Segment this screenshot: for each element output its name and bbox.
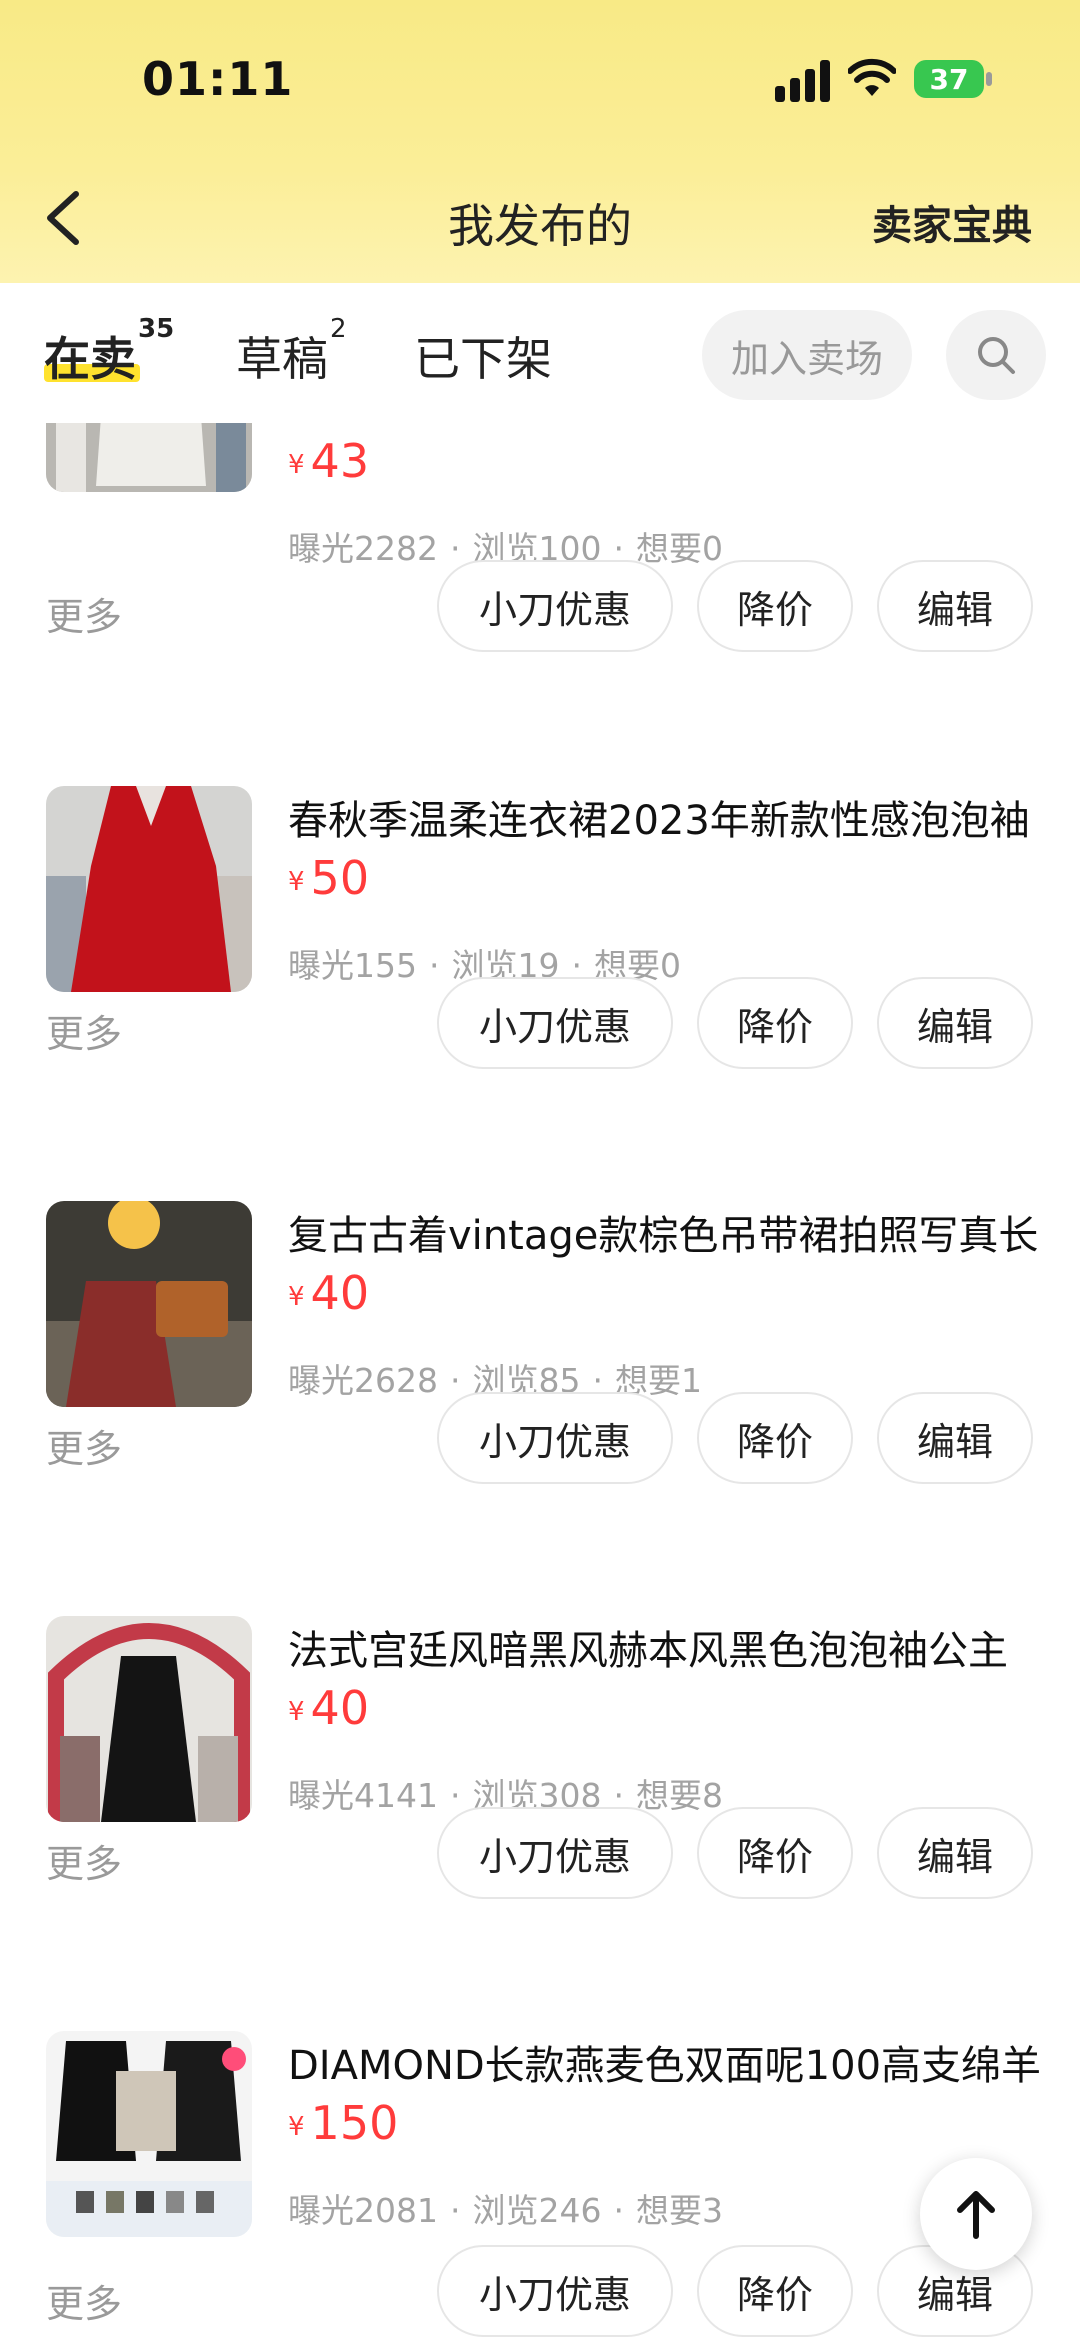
product-title: 法式宫廷风暗黑风赫本风黑色泡泡袖公主 [288, 1628, 1008, 1674]
knife-discount-button[interactable]: 小刀优惠 [437, 1807, 673, 1899]
list-item[interactable]: ¥43 曝光2282 · 浏览100 · 想要0 更多 小刀优惠 降价 编辑 [0, 423, 1080, 701]
product-price: ¥150 [288, 2096, 399, 2150]
list-item[interactable]: DIAMOND长款燕麦色双面呢100高支绵羊 ¥150 曝光2081 · 浏览246… [0, 2031, 1080, 2341]
tab-label: 草稿 [236, 332, 328, 386]
product-list: ¥43 曝光2282 · 浏览100 · 想要0 更多 小刀优惠 降价 编辑 春秋季温柔… [0, 423, 1080, 2341]
product-thumbnail[interactable] [46, 786, 252, 992]
search-icon [978, 337, 1015, 374]
product-thumbnail[interactable] [46, 423, 252, 492]
edit-button[interactable]: 编辑 [877, 1807, 1033, 1899]
knife-discount-button[interactable]: 小刀优惠 [437, 2245, 673, 2337]
reduce-price-button[interactable]: 降价 [697, 1392, 853, 1484]
list-item[interactable]: 春秋季温柔连衣裙2023年新款性感泡泡袖 ¥50 曝光155 · 浏览19 · 想要0 … [0, 786, 1080, 1201]
reduce-price-button[interactable]: 降价 [697, 977, 853, 1069]
reduce-price-button[interactable]: 降价 [697, 2245, 853, 2337]
knife-discount-button[interactable]: 小刀优惠 [437, 977, 673, 1069]
knife-discount-button[interactable]: 小刀优惠 [437, 1392, 673, 1484]
product-title: DIAMOND长款燕麦色双面呢100高支绵羊 [288, 2043, 1042, 2089]
tab-on-sale[interactable]: 在卖35 [44, 314, 174, 389]
product-stats: 曝光2081 · 浏览246 · 想要3 [288, 2191, 723, 2230]
list-item[interactable]: 法式宫廷风暗黑风赫本风黑色泡泡袖公主 ¥40 曝光4141 · 浏览308 · 想要8 … [0, 1616, 1080, 2031]
reduce-price-button[interactable]: 降价 [697, 560, 853, 652]
status-time: 01:11 [142, 52, 294, 106]
more-button[interactable]: 更多 [46, 2273, 122, 2328]
scroll-to-top-button[interactable] [920, 2158, 1032, 2270]
more-button[interactable]: 更多 [46, 586, 122, 641]
more-button[interactable]: 更多 [46, 1418, 122, 1473]
wifi-icon [848, 58, 896, 96]
product-title: 复古古着vintage款棕色吊带裙拍照写真长 [288, 1213, 1039, 1259]
tab-label: 在卖 [44, 332, 136, 386]
seller-guide-link[interactable]: 卖家宝典 [872, 193, 1032, 251]
tab-label: 已下架 [414, 332, 552, 386]
product-price: ¥50 [288, 851, 370, 905]
arrow-up-icon [957, 2191, 995, 2239]
signal-icon [775, 60, 830, 102]
edit-button[interactable]: 编辑 [877, 977, 1033, 1069]
battery-indicator: 37 [914, 60, 984, 98]
list-item[interactable]: 复古古着vintage款棕色吊带裙拍照写真长 ¥40 曝光2628 · 浏览85 · 想… [0, 1201, 1080, 1616]
product-title: 春秋季温柔连衣裙2023年新款性感泡泡袖 [288, 798, 1030, 844]
edit-button[interactable]: 编辑 [877, 560, 1033, 652]
tab-count: 35 [138, 313, 175, 344]
product-thumbnail[interactable] [46, 1616, 252, 1822]
product-price: ¥43 [288, 434, 370, 488]
product-price: ¥40 [288, 1266, 370, 1320]
more-button[interactable]: 更多 [46, 1833, 122, 1888]
product-thumbnail[interactable] [46, 2031, 252, 2237]
tab-count: 2 [330, 313, 347, 344]
knife-discount-button[interactable]: 小刀优惠 [437, 560, 673, 652]
tab-drafts[interactable]: 草稿2 [236, 314, 347, 389]
battery-tip [986, 72, 992, 86]
product-thumbnail[interactable] [46, 1201, 252, 1407]
more-button[interactable]: 更多 [46, 1003, 122, 1058]
reduce-price-button[interactable]: 降价 [697, 1807, 853, 1899]
header: 01:11 37 我发布的 卖家宝典 [0, 0, 1080, 283]
join-market-button[interactable]: 加入卖场 [702, 310, 912, 400]
tab-removed[interactable]: 已下架 [414, 323, 552, 389]
search-button[interactable] [946, 310, 1046, 400]
edit-button[interactable]: 编辑 [877, 1392, 1033, 1484]
product-price: ¥40 [288, 1681, 370, 1735]
